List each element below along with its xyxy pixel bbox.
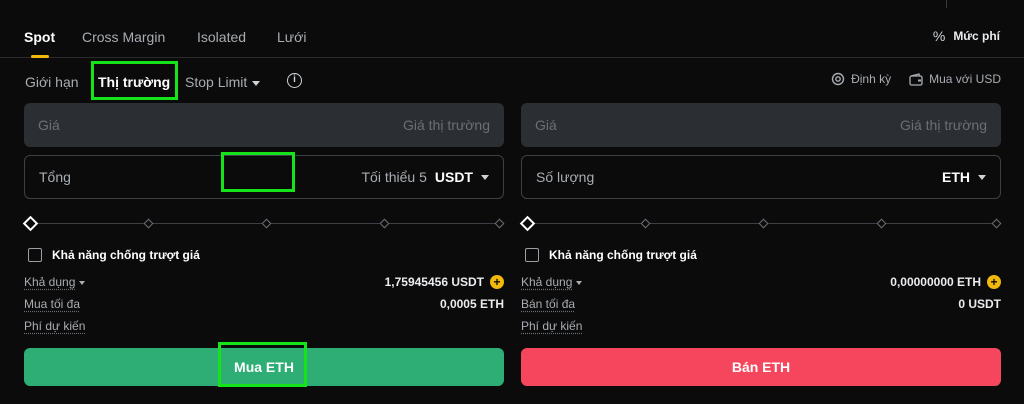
- buy-unit-label: USDT: [434, 169, 473, 185]
- sell-price-label: Giá: [535, 117, 557, 133]
- slider-mark-75[interactable]: [876, 218, 887, 229]
- tab-cross-margin[interactable]: Cross Margin: [82, 29, 165, 45]
- chevron-down-icon: [79, 280, 86, 285]
- sell-available-label[interactable]: Khả dụng: [521, 275, 583, 289]
- sell-unit-label: ETH: [942, 169, 970, 185]
- wallet-icon: [909, 72, 923, 86]
- buy-total-right: Tối thiểu 5 USDT: [361, 169, 489, 185]
- slider-mark-25[interactable]: [640, 218, 651, 229]
- buy-panel: Giá Giá thị trường Tổng Tối thiểu 5 USDT…: [22, 103, 505, 386]
- buy-slippage-checkbox[interactable]: [28, 248, 42, 262]
- sell-fee-label: Phí dự kiến: [521, 319, 583, 333]
- order-type-tabs: Giới hạn Thị trường Stop Limit i Định kỳ…: [0, 64, 1024, 98]
- buy-total-min: Tối thiểu 5: [361, 169, 427, 185]
- buy-price-field: Giá Giá thị trường: [24, 103, 504, 147]
- slider-mark-50[interactable]: [758, 218, 769, 229]
- buy-available-row: Khả dụng 1,75945456 USDT +: [24, 271, 504, 293]
- add-funds-icon[interactable]: +: [987, 275, 1001, 289]
- info-icon[interactable]: i: [287, 73, 302, 88]
- chevron-down-icon: [978, 174, 986, 180]
- slider-mark-100[interactable]: [494, 218, 505, 229]
- buy-total-input[interactable]: Tổng Tối thiểu 5 USDT: [24, 155, 504, 199]
- order-type-stop-limit[interactable]: Stop Limit: [185, 74, 261, 90]
- slider-handle[interactable]: [519, 215, 536, 232]
- buy-fee-row: Phí dự kiến: [24, 315, 504, 337]
- slider-mark-50[interactable]: [261, 218, 272, 229]
- slider-handle[interactable]: [22, 215, 39, 232]
- trading-mode-tabs: Spot Cross Margin Isolated Lưới % Mức ph…: [0, 18, 1024, 58]
- slider-mark-25[interactable]: [143, 218, 154, 229]
- fee-rate-button[interactable]: % Mức phí: [933, 28, 1000, 44]
- buy-unit-select[interactable]: USDT: [435, 169, 489, 185]
- sell-available-row: Khả dụng 0,00000000 ETH +: [521, 271, 1001, 293]
- buy-price-placeholder: Giá thị trường: [402, 117, 490, 133]
- buy-fee-label: Phí dự kiến: [24, 319, 86, 333]
- chevron-down-icon: [576, 280, 583, 285]
- sell-slippage-label: Khả năng chống trượt giá: [549, 248, 697, 262]
- available-amount: 1,75945456 USDT: [384, 275, 484, 289]
- recurring-icon: [831, 72, 845, 86]
- sell-qty-right: ETH: [942, 169, 986, 185]
- divider: [946, 0, 947, 8]
- percent-icon: %: [932, 28, 946, 44]
- sell-qty-label: Số lượng: [536, 169, 595, 185]
- order-type-market[interactable]: Thị trường: [98, 74, 170, 90]
- tab-isolated[interactable]: Isolated: [197, 29, 246, 45]
- sell-slippage-checkbox[interactable]: [525, 248, 539, 262]
- buy-max-value: 0,0005 ETH: [439, 297, 504, 311]
- buy-amount-slider[interactable]: [22, 215, 505, 232]
- recurring-link[interactable]: Định kỳ: [831, 72, 891, 86]
- order-links: Định kỳ Mua với USD: [831, 72, 1001, 86]
- buy-button[interactable]: Mua ETH: [24, 348, 504, 386]
- sell-slippage-row: Khả năng chống trượt giá: [521, 248, 1001, 262]
- available-text: Khả dụng: [24, 275, 76, 289]
- sell-max-label: Bán tối đa: [521, 297, 576, 311]
- sell-unit-select[interactable]: ETH: [942, 169, 986, 185]
- sell-price-field: Giá Giá thị trường: [521, 103, 1001, 147]
- buy-price-label: Giá: [38, 117, 60, 133]
- chevron-down-icon: [252, 80, 261, 86]
- buy-slippage-label: Khả năng chống trượt giá: [52, 248, 200, 262]
- sell-available-value: 0,00000000 ETH +: [890, 275, 1001, 289]
- add-funds-icon[interactable]: +: [490, 275, 504, 289]
- fee-rate-label: Mức phí: [953, 29, 1000, 43]
- sell-fee-row: Phí dự kiến: [521, 315, 1001, 337]
- buy-slippage-row: Khả năng chống trượt giá: [24, 248, 504, 262]
- tab-spot[interactable]: Spot: [24, 29, 55, 45]
- sell-panel: Giá Giá thị trường Số lượng ETH Khả năng…: [519, 103, 1002, 386]
- order-type-limit[interactable]: Giới hạn: [25, 74, 79, 90]
- buy-with-usd-link[interactable]: Mua với USD: [909, 72, 1001, 86]
- buy-info: Khả dụng 1,75945456 USDT + Mua tối đa 0,0…: [24, 271, 504, 337]
- chevron-down-icon: [481, 174, 489, 180]
- buy-total-label: Tổng: [39, 169, 71, 185]
- available-text: Khả dụng: [521, 275, 573, 289]
- stop-limit-label: Stop Limit: [185, 74, 248, 90]
- buy-available-value: 1,75945456 USDT +: [385, 275, 504, 289]
- active-tab-indicator: [31, 55, 49, 58]
- buy-max-row: Mua tối đa 0,0005 ETH: [24, 293, 504, 315]
- slider-mark-100[interactable]: [991, 218, 1002, 229]
- available-amount: 0,00000000 ETH: [890, 275, 981, 289]
- sell-price-placeholder: Giá thị trường: [899, 117, 987, 133]
- sell-amount-slider[interactable]: [519, 215, 1002, 232]
- buy-available-label[interactable]: Khả dụng: [24, 275, 86, 289]
- buy-max-label: Mua tối đa: [24, 297, 81, 311]
- top-rule: [0, 0, 1024, 8]
- sell-info: Khả dụng 0,00000000 ETH + Bán tối đa 0 US…: [521, 271, 1001, 337]
- sell-quantity-input[interactable]: Số lượng ETH: [521, 155, 1001, 199]
- slider-mark-75[interactable]: [379, 218, 390, 229]
- sell-button[interactable]: Bán ETH: [521, 348, 1001, 386]
- sell-max-value: 0 USDT: [958, 297, 1001, 311]
- buy-with-usd-label: Mua với USD: [929, 72, 1001, 86]
- recurring-label: Định kỳ: [851, 72, 892, 86]
- tab-grid[interactable]: Lưới: [277, 29, 306, 45]
- sell-max-row: Bán tối đa 0 USDT: [521, 293, 1001, 315]
